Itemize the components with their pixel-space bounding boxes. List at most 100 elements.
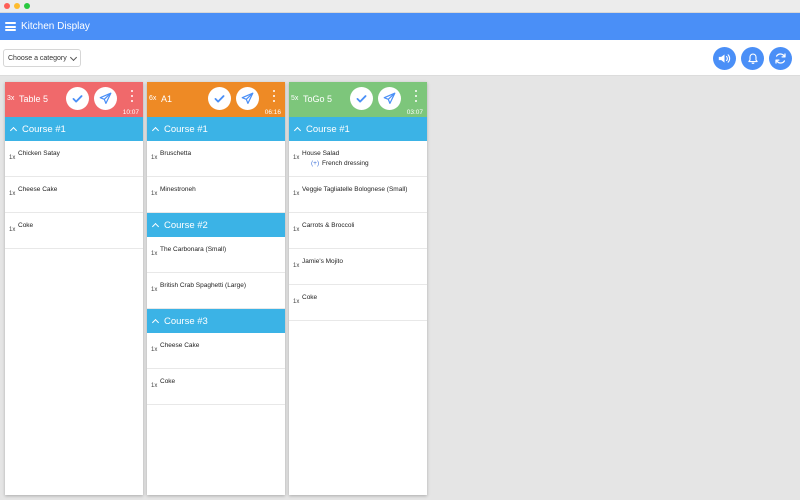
ticket-timer: 03:07 — [406, 109, 423, 116]
item-name: Jamie's Mojito — [302, 258, 343, 265]
category-select-label: Choose a category — [8, 54, 67, 62]
item-quantity: 1x — [151, 191, 158, 197]
item-quantity: 1x — [9, 191, 16, 197]
item-name: British Crab Spaghetti (Large) — [160, 282, 246, 289]
ticket-name: Table 5 — [19, 94, 49, 104]
item-quantity: 1x — [293, 155, 300, 161]
item-quantity: 1x — [151, 347, 158, 353]
order-item[interactable]: 1x Carrots & Broccoli — [289, 213, 427, 249]
toolbar: Choose a category — [0, 40, 800, 76]
refresh-icon — [775, 53, 786, 64]
refresh-button[interactable] — [769, 47, 792, 70]
window-titlebar — [0, 0, 800, 13]
more-options-icon[interactable] — [271, 90, 277, 102]
check-icon — [356, 95, 367, 103]
speaker-icon — [718, 54, 731, 63]
order-ticket: 6x A1 06:16 Course #1 1x Bruschetta 1x Minestro… — [147, 82, 285, 495]
item-name: Minestroneh — [160, 186, 196, 193]
window-maximize-button[interactable] — [24, 3, 30, 9]
ticket-name: A1 — [161, 94, 173, 104]
notifications-button[interactable] — [741, 47, 764, 70]
order-item[interactable]: 1x Jamie's Mojito — [289, 249, 427, 285]
item-name: Coke — [18, 222, 34, 229]
course-header[interactable]: Course #1 — [289, 117, 427, 141]
item-name: Bruschetta — [160, 150, 192, 157]
item-quantity: 1x — [293, 191, 300, 197]
course-label: Course #1 — [164, 123, 208, 135]
complete-order-button[interactable] — [66, 87, 89, 110]
order-ticket: 3x Table 5 10:07 Course #1 1x Chicken Satay 1x… — [5, 82, 143, 495]
ticket-name: ToGo 5 — [303, 94, 333, 104]
chevron-up-icon — [151, 318, 160, 327]
ticket-item-count: 6x — [149, 95, 157, 102]
course-header[interactable]: Course #1 — [147, 117, 285, 141]
ticket-item-count: 5x — [291, 95, 299, 102]
item-name: Coke — [160, 378, 176, 385]
app-title: Kitchen Display — [21, 21, 90, 32]
chevron-up-icon — [293, 126, 302, 135]
item-quantity: 1x — [9, 155, 16, 161]
item-quantity: 1x — [151, 383, 158, 389]
order-item[interactable]: 1x Bruschetta — [147, 141, 285, 177]
chevron-down-icon — [69, 53, 78, 62]
course-header[interactable]: Course #3 — [147, 309, 285, 333]
item-quantity: 1x — [151, 155, 158, 161]
item-name: Cheese Cake — [18, 186, 58, 193]
course-header[interactable]: Course #1 — [5, 117, 143, 141]
window-close-button[interactable] — [4, 3, 10, 9]
order-item[interactable]: 1x House Salad (+) French dressing — [289, 141, 427, 177]
complete-order-button[interactable] — [208, 87, 231, 110]
order-item[interactable]: 1x Coke — [289, 285, 427, 321]
send-order-button[interactable] — [378, 87, 401, 110]
ticket-header: 6x A1 06:16 — [147, 82, 285, 117]
item-name: The Carbonara (Small) — [160, 246, 227, 253]
item-name: Cheese Cake — [160, 342, 200, 349]
more-options-icon[interactable] — [413, 90, 419, 102]
chevron-up-icon — [9, 126, 18, 135]
modifier-symbol: (+) — [311, 160, 320, 167]
order-ticket: 5x ToGo 5 03:07 Course #1 1x House Salad (+) Fr… — [289, 82, 427, 495]
order-item[interactable]: 1x Cheese Cake — [147, 333, 285, 369]
item-name: Coke — [302, 294, 318, 301]
item-modifier: French dressing — [322, 160, 369, 167]
more-options-icon[interactable] — [129, 90, 135, 102]
course-label: Course #1 — [306, 123, 350, 135]
window-minimize-button[interactable] — [14, 3, 20, 9]
send-order-button[interactable] — [236, 87, 259, 110]
order-item[interactable]: 1x British Crab Spaghetti (Large) — [147, 273, 285, 309]
ticket-timer: 10:07 — [122, 109, 139, 116]
complete-order-button[interactable] — [350, 87, 373, 110]
app-bar: Kitchen Display — [0, 13, 800, 40]
item-quantity: 1x — [293, 299, 300, 305]
check-icon — [72, 95, 83, 103]
chevron-up-icon — [151, 222, 160, 231]
send-icon — [383, 92, 396, 104]
item-name: Carrots & Broccoli — [302, 222, 355, 229]
item-quantity: 1x — [9, 227, 16, 233]
ticket-header: 5x ToGo 5 03:07 — [289, 82, 427, 117]
item-name: House Salad — [302, 150, 340, 157]
item-quantity: 1x — [151, 251, 158, 257]
category-select[interactable]: Choose a category — [3, 49, 81, 67]
ticket-header: 3x Table 5 10:07 — [5, 82, 143, 117]
course-header[interactable]: Course #2 — [147, 213, 285, 237]
order-item[interactable]: 1x Coke — [147, 369, 285, 405]
send-order-button[interactable] — [94, 87, 117, 110]
order-item[interactable]: 1x The Carbonara (Small) — [147, 237, 285, 273]
bell-icon — [747, 53, 758, 64]
menu-icon[interactable] — [5, 22, 16, 31]
order-item[interactable]: 1x Cheese Cake — [5, 177, 143, 213]
ticket-item-count: 3x — [7, 95, 15, 102]
sound-button[interactable] — [713, 47, 736, 70]
item-quantity: 1x — [293, 263, 300, 269]
order-item[interactable]: 1x Minestroneh — [147, 177, 285, 213]
order-item[interactable]: 1x Chicken Satay — [5, 141, 143, 177]
order-item[interactable]: 1x Coke — [5, 213, 143, 249]
chevron-up-icon — [151, 126, 160, 135]
ticket-timer: 06:16 — [264, 109, 281, 116]
course-label: Course #1 — [22, 123, 66, 135]
course-label: Course #3 — [164, 315, 208, 327]
item-quantity: 1x — [293, 227, 300, 233]
order-item[interactable]: 1x Veggie Tagliatelle Bolognese (Small) — [289, 177, 427, 213]
item-name: Chicken Satay — [18, 150, 60, 157]
